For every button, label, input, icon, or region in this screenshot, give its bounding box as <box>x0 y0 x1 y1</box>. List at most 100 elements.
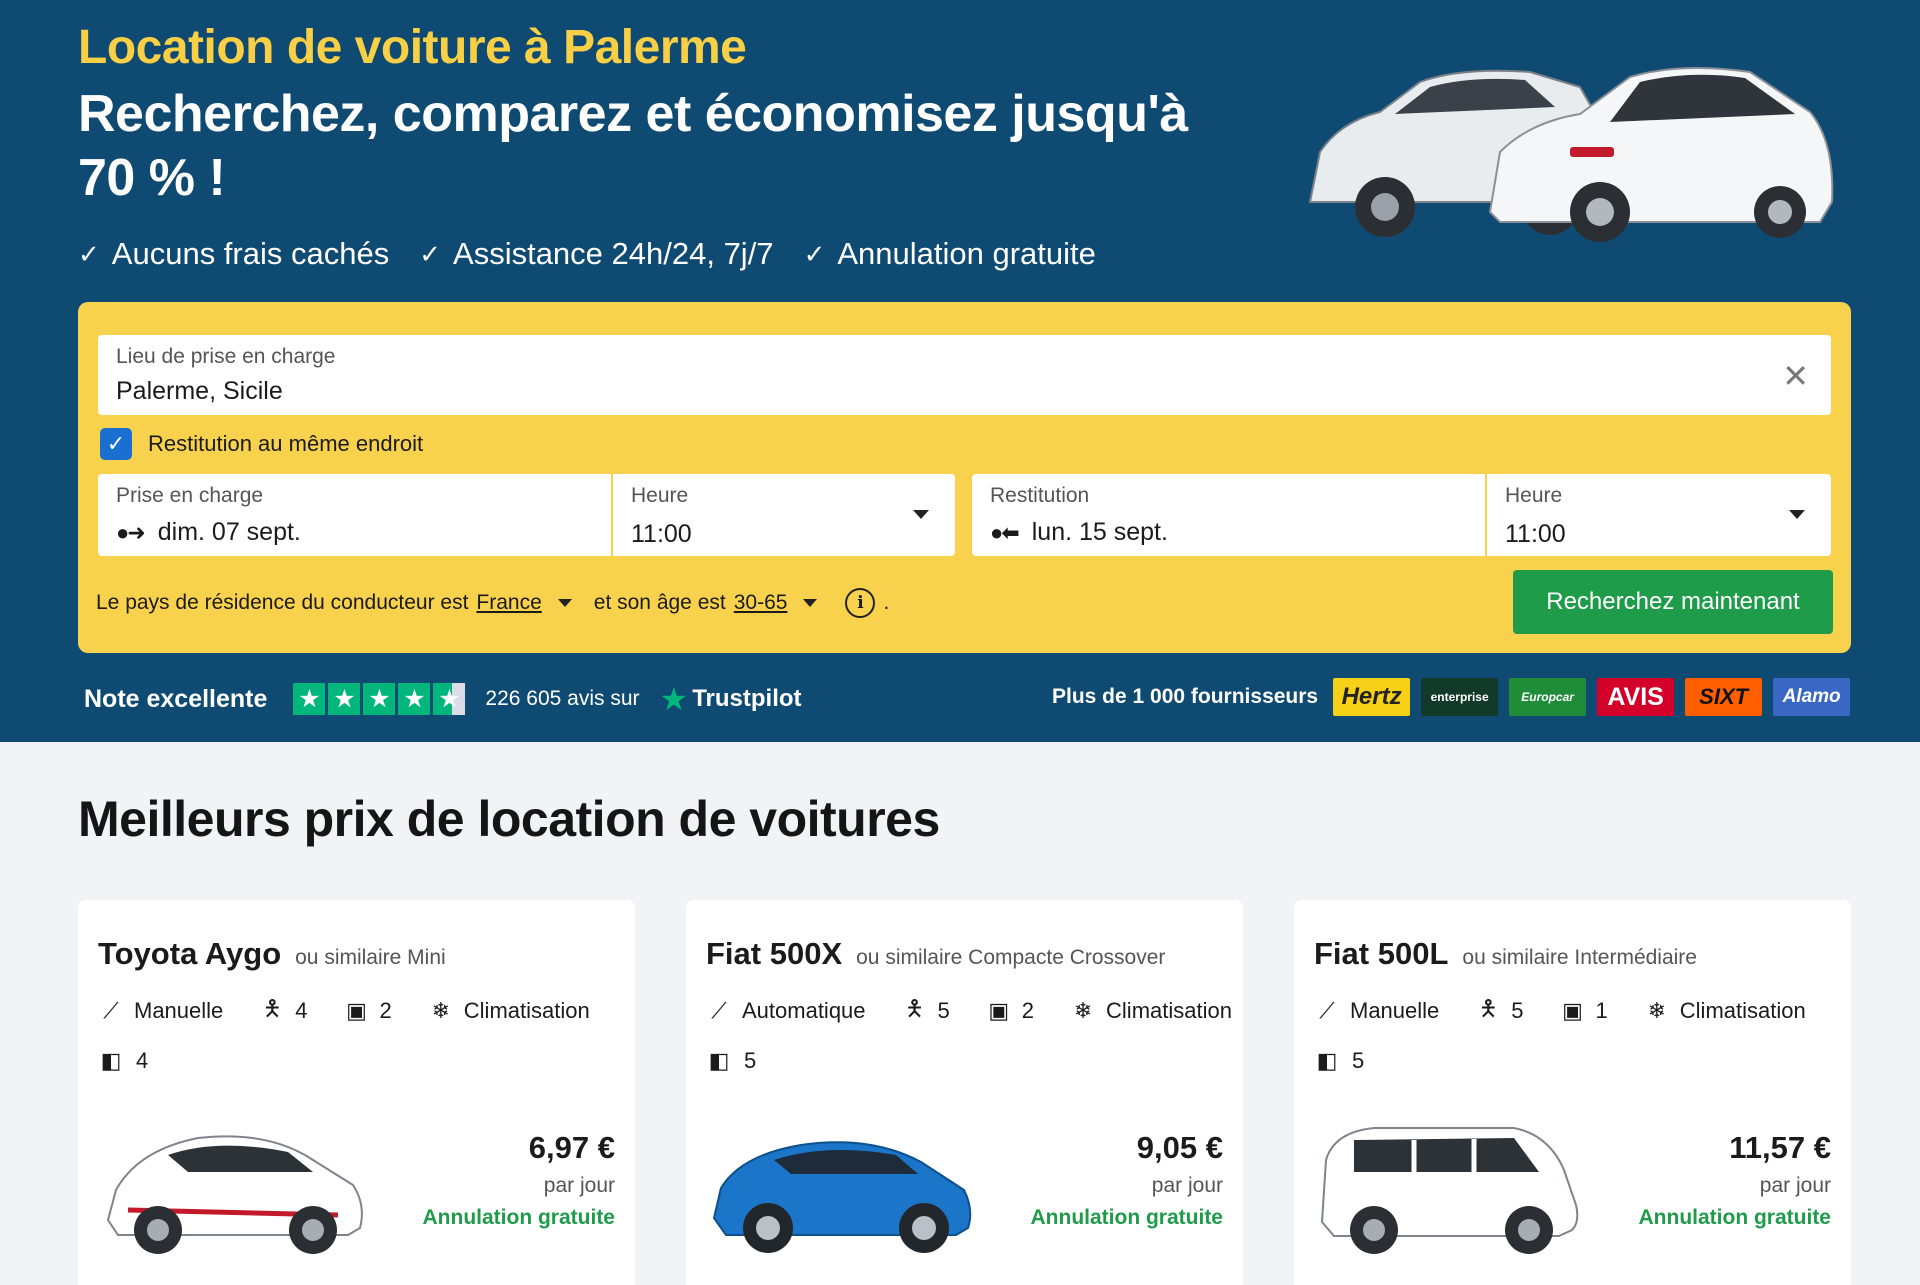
car-category: ou similaire Intermédiaire <box>1462 946 1697 969</box>
trustpilot-logo: Trustpilot <box>692 685 802 712</box>
door-count: ◧ 4 <box>98 1048 149 1074</box>
return-date-value: lun. 15 sept. <box>1031 518 1168 546</box>
chevron-down-icon[interactable] <box>557 599 572 607</box>
star-icon: ★ <box>398 683 431 715</box>
avis-logo: AVIS <box>1597 678 1675 716</box>
usp-item: ✓ Aucuns frais cachés <box>78 236 389 272</box>
chevron-down-icon <box>913 510 929 519</box>
sixt-logo: SIXT <box>1685 678 1763 716</box>
age-prefix: et son âge est <box>593 591 726 614</box>
free-cancellation-label: Annulation gratuite <box>1638 1206 1832 1229</box>
transmission: Automatique <box>742 998 866 1023</box>
snowflake-icon: ❄ <box>1073 998 1093 1023</box>
trustpilot-star-icon: ★ <box>659 681 689 717</box>
car-specs: ⟋ Manuelle 🯅 4 ▣ 2 ❄ Climatisation <box>98 992 590 1030</box>
driver-age-select[interactable]: 30-65 <box>734 591 788 615</box>
usp-list: ✓ Aucuns frais cachés ✓ Assistance 24h/2… <box>78 236 1096 272</box>
checkmark-icon: ✓ <box>78 238 100 269</box>
return-date-field[interactable]: Restitution ●⬅ lun. 15 sept. <box>972 474 1485 556</box>
usp-item: ✓ Assistance 24h/24, 7j/7 <box>419 236 773 272</box>
europcar-logo: Europcar <box>1509 678 1587 716</box>
pickup-location-field[interactable]: Lieu de prise en charge Palerme, Sicile … <box>98 335 1831 415</box>
star-icon: ★ <box>328 683 361 715</box>
hero-subtitle: Recherchez, comparez et économisez jusqu… <box>78 85 1188 207</box>
car-category: ou similaire Compacte Crossover <box>856 946 1166 969</box>
return-time-select[interactable]: Heure 11:00 <box>1487 474 1831 556</box>
car-model: Toyota Aygo <box>98 936 282 971</box>
gearshift-icon: ⟋ <box>103 998 119 1023</box>
half-star-icon: ★ <box>433 683 466 715</box>
air-conditioning: Climatisation <box>1106 998 1232 1023</box>
suppliers-strip: Plus de 1 000 fournisseurs Hertz enterpr… <box>1052 678 1851 716</box>
star-icon: ★ <box>293 683 326 715</box>
card-title: Fiat 500L ou similaire Intermédiaire <box>1314 936 1697 972</box>
car-model: Fiat 500X <box>706 936 843 971</box>
pickup-time-select[interactable]: Heure 11:00 <box>613 474 955 556</box>
seat-icon: 🯅 <box>262 996 282 1021</box>
same-return-checkbox[interactable]: ✓ <box>100 428 132 460</box>
car-specs: ⟋ Automatique 🯅 5 ▣ 2 ❄ Climatisation <box>706 992 1232 1030</box>
age-suffix: . <box>883 591 890 614</box>
checkmark-icon: ✓ <box>803 238 826 269</box>
star-icon: ★ <box>363 683 396 715</box>
hertz-logo: Hertz <box>1333 678 1411 716</box>
residence-prefix: Le pays de résidence du conducteur est <box>96 591 469 614</box>
pickup-arrow-icon: ●➜ <box>116 519 146 545</box>
same-return-label: Restitution au même endroit <box>148 431 424 456</box>
snowflake-icon: ❄ <box>1647 998 1666 1023</box>
door-count: ◧ 5 <box>706 1048 757 1074</box>
driver-residence-row: Le pays de résidence du conducteur est F… <box>96 588 889 618</box>
deal-card[interactable]: Toyota Aygo ou similaire Mini ⟋ Manuelle… <box>78 900 635 1285</box>
seats: 5 <box>937 998 950 1023</box>
chevron-down-icon[interactable] <box>803 599 818 607</box>
checkmark-icon: ✓ <box>419 238 442 269</box>
transmission: Manuelle <box>134 998 224 1023</box>
deal-card[interactable]: Fiat 500X ou similaire Compacte Crossove… <box>686 900 1243 1285</box>
car-model: Fiat 500L <box>1314 936 1449 971</box>
seat-icon: 🯅 <box>1478 996 1498 1021</box>
car-image <box>712 1141 972 1253</box>
page-title: Location de voiture à Palerme <box>78 21 747 74</box>
deals-title: Meilleurs prix de location de voitures <box>78 791 940 847</box>
car-image <box>106 1135 363 1254</box>
usp-label: Assistance 24h/24, 7j/7 <box>453 236 774 271</box>
daily-price: 9,05 € <box>1136 1130 1223 1165</box>
usp-item: ✓ Annulation gratuite <box>804 236 1096 272</box>
same-return-row[interactable]: ✓ Restitution au même endroit <box>100 428 423 460</box>
clear-icon[interactable]: ✕ <box>1782 357 1809 395</box>
door-icon: ◧ <box>708 1048 730 1073</box>
pickup-date-value-row: ●➜ dim. 07 sept. <box>116 518 301 547</box>
seats: 5 <box>1511 998 1524 1023</box>
doors: 5 <box>744 1048 757 1073</box>
usp-label: Annulation gratuite <box>837 236 1096 271</box>
usp-label: Aucuns frais cachés <box>111 236 390 271</box>
info-icon[interactable]: i <box>845 588 876 618</box>
bags: 2 <box>1021 998 1035 1023</box>
pickup-date-label: Prise en charge <box>116 484 264 507</box>
return-date-value-row: ●⬅ lun. 15 sept. <box>990 518 1168 547</box>
trustpilot-rating[interactable]: Note excellente ★ ★ ★ ★ ★ 226 605 avis s… <box>84 680 802 718</box>
daily-price: 6,97 € <box>528 1130 615 1165</box>
pickup-location-input[interactable]: Palerme, Sicile <box>116 377 283 406</box>
luggage-icon: ▣ <box>346 998 367 1023</box>
doors: 5 <box>1352 1048 1365 1073</box>
deal-card[interactable]: Fiat 500L ou similaire Intermédiaire ⟋ M… <box>1294 900 1851 1285</box>
bags: 2 <box>379 998 392 1023</box>
search-form: Lieu de prise en charge Palerme, Sicile … <box>78 302 1851 653</box>
card-title: Fiat 500X ou similaire Compacte Crossove… <box>706 936 1165 972</box>
gearshift-icon: ⟋ <box>711 998 727 1023</box>
pickup-location-label: Lieu de prise en charge <box>116 345 336 368</box>
pickup-time-value: 11:00 <box>631 520 692 548</box>
transmission: Manuelle <box>1350 998 1440 1023</box>
luggage-icon: ▣ <box>1562 998 1583 1023</box>
air-conditioning: Climatisation <box>1679 998 1806 1023</box>
pickup-date-field[interactable]: Prise en charge ●➜ dim. 07 sept. <box>98 474 611 556</box>
residence-country-select[interactable]: France <box>476 591 541 615</box>
review-count: 226 605 avis sur <box>485 687 640 710</box>
air-conditioning: Climatisation <box>463 998 590 1023</box>
return-time-label: Heure <box>1505 484 1563 507</box>
per-day-label: par jour <box>543 1174 615 1197</box>
daily-price: 11,57 € <box>1729 1130 1831 1165</box>
search-now-button[interactable]: Recherchez maintenant <box>1513 570 1833 634</box>
per-day-label: par jour <box>1759 1174 1831 1197</box>
